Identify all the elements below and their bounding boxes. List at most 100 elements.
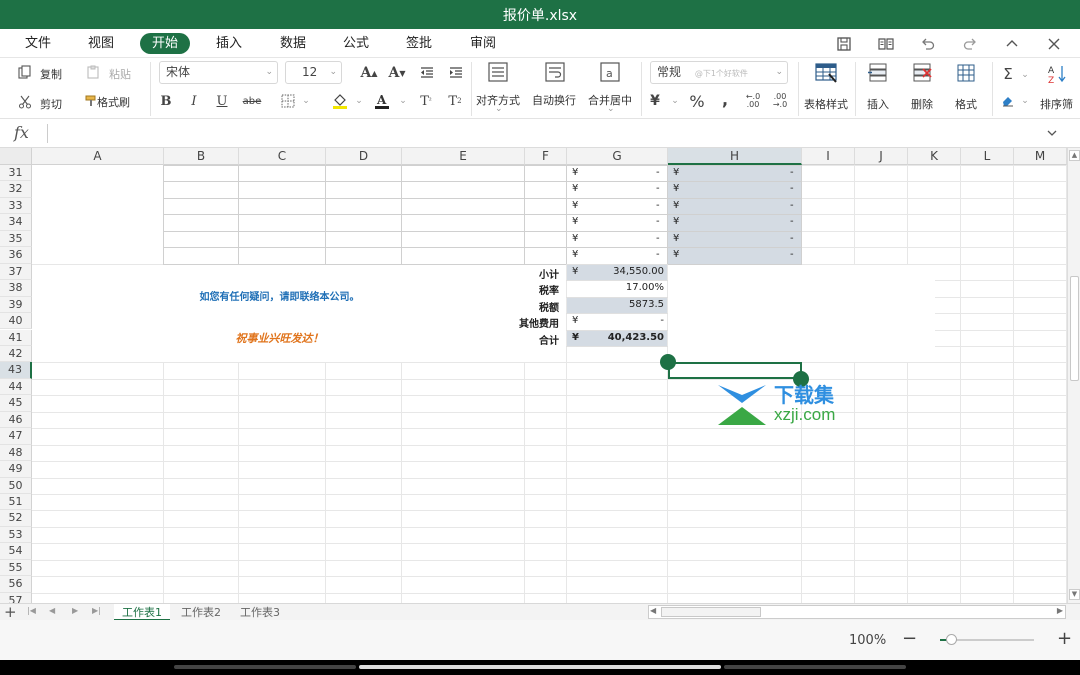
menu-formula[interactable]: 公式 xyxy=(343,33,369,54)
strikethrough-icon[interactable]: abe xyxy=(242,92,262,110)
column-header-l[interactable]: L xyxy=(961,148,1014,165)
row-header[interactable]: 42 xyxy=(0,345,32,363)
insert-cells-icon[interactable] xyxy=(866,61,890,85)
delete-cells-button[interactable]: 删除 xyxy=(911,96,933,112)
menu-data[interactable]: 数据 xyxy=(280,33,306,54)
add-sheet-icon[interactable]: + xyxy=(4,603,17,621)
zoom-slider-knob[interactable] xyxy=(945,634,957,645)
tab-sheet1[interactable]: 工作表1 xyxy=(114,604,170,621)
align-icon[interactable] xyxy=(486,60,510,84)
row-header[interactable]: 53 xyxy=(0,526,32,544)
prev-sheet-icon[interactable]: ◀ xyxy=(49,606,55,615)
menu-review[interactable]: 审阅 xyxy=(470,33,496,54)
last-sheet-icon[interactable]: ▶| xyxy=(92,606,101,615)
bold-icon[interactable]: B xyxy=(158,92,174,110)
chevron-down-icon[interactable]: ⌄ xyxy=(1020,96,1030,106)
column-header-b[interactable]: B xyxy=(164,148,239,165)
decrease-indent-icon[interactable] xyxy=(417,63,437,83)
row-header[interactable]: 38 xyxy=(0,280,32,297)
row-header[interactable]: 32 xyxy=(0,181,32,198)
row-header[interactable]: 45 xyxy=(0,395,32,412)
zoom-in-icon[interactable]: + xyxy=(1057,628,1072,649)
fill-color-icon[interactable] xyxy=(330,91,350,111)
collapse-ribbon-icon[interactable] xyxy=(1002,34,1022,54)
cut-button[interactable]: 剪切 xyxy=(40,96,62,112)
zoom-slider[interactable] xyxy=(940,634,1034,645)
row-header[interactable]: 47 xyxy=(0,428,32,445)
row-header[interactable]: 55 xyxy=(0,559,32,577)
row-header[interactable]: 54 xyxy=(0,543,32,560)
first-sheet-icon[interactable]: |◀ xyxy=(27,606,36,615)
row-header[interactable]: 37 xyxy=(0,263,32,281)
format-cells-button[interactable]: 格式 xyxy=(955,96,977,112)
reading-mode-icon[interactable] xyxy=(876,34,896,54)
menu-file[interactable]: 文件 xyxy=(25,33,51,54)
delete-cells-icon[interactable] xyxy=(910,61,934,85)
table-style-button[interactable]: 表格样式 xyxy=(804,96,848,112)
chevron-down-icon[interactable]: ⌄ xyxy=(1020,70,1030,80)
format-painter-button[interactable]: 格式刷 xyxy=(97,94,130,110)
decrease-font-icon[interactable]: A ▼ xyxy=(386,63,408,83)
increase-font-icon[interactable]: A ▲ xyxy=(358,63,380,83)
row-header[interactable]: 31 xyxy=(0,165,32,182)
tab-sheet2[interactable]: 工作表2 xyxy=(173,604,229,621)
merge-center-icon[interactable]: a xyxy=(598,60,622,84)
column-header-d[interactable]: D xyxy=(326,148,402,165)
nav-handle-center[interactable] xyxy=(359,665,721,669)
sort-filter-icon[interactable]: AZ xyxy=(1046,63,1072,85)
scroll-up-icon[interactable]: ▲ xyxy=(1069,150,1080,161)
chevron-down-icon[interactable] xyxy=(1046,124,1060,142)
active-cell-selection[interactable] xyxy=(668,362,802,379)
row-header[interactable]: 43 xyxy=(0,362,32,379)
column-header-c[interactable]: C xyxy=(239,148,326,165)
subscript-icon[interactable]: T2 xyxy=(446,92,464,110)
font-size-select[interactable]: 12 ⌄ xyxy=(285,61,342,84)
row-header[interactable]: 36 xyxy=(0,247,32,264)
redo-icon[interactable] xyxy=(960,34,980,54)
column-header-m[interactable]: M xyxy=(1014,148,1067,165)
chevron-down-icon[interactable]: ⌄ xyxy=(354,96,364,106)
row-header[interactable]: 48 xyxy=(0,444,32,462)
select-all-corner[interactable] xyxy=(0,148,32,165)
border-icon[interactable] xyxy=(279,92,297,110)
column-header-j[interactable]: J xyxy=(855,148,908,165)
font-color-icon[interactable]: A xyxy=(372,91,392,111)
font-name-select[interactable]: 宋体 ⌄ xyxy=(159,61,278,84)
menu-view[interactable]: 视图 xyxy=(88,33,114,54)
italic-icon[interactable]: I xyxy=(186,92,202,110)
paste-button[interactable]: 粘贴 xyxy=(109,66,131,82)
row-header[interactable]: 50 xyxy=(0,477,32,494)
row-header[interactable]: 35 xyxy=(0,230,32,248)
save-icon[interactable] xyxy=(834,34,854,54)
scroll-down-icon[interactable]: ▼ xyxy=(1069,589,1080,600)
hscrollbar-thumb[interactable] xyxy=(661,607,761,617)
column-header-k[interactable]: K xyxy=(908,148,961,165)
zoom-out-icon[interactable]: − xyxy=(902,628,917,649)
row-header[interactable]: 46 xyxy=(0,411,32,429)
insert-cells-button[interactable]: 插入 xyxy=(867,96,889,112)
chevron-down-icon[interactable]: ⌄ xyxy=(398,96,408,106)
comma-icon[interactable]: , xyxy=(717,90,733,109)
row-header[interactable]: 49 xyxy=(0,461,32,478)
format-cells-icon[interactable] xyxy=(954,61,978,85)
column-header-e[interactable]: E xyxy=(402,148,525,165)
percent-icon[interactable]: % xyxy=(686,92,708,111)
menu-sign[interactable]: 签批 xyxy=(406,33,432,54)
formula-input[interactable] xyxy=(54,123,1034,143)
row-header[interactable]: 57 xyxy=(0,592,32,603)
scrollbar-thumb[interactable] xyxy=(1070,276,1079,381)
table-style-icon[interactable] xyxy=(813,61,839,85)
tab-sheet3[interactable]: 工作表3 xyxy=(232,604,288,621)
menu-home[interactable]: 开始 xyxy=(140,33,191,54)
close-icon[interactable] xyxy=(1044,34,1064,54)
chevron-down-icon[interactable]: ⌄ xyxy=(301,96,311,106)
column-header-g[interactable]: G xyxy=(567,148,668,165)
row-header[interactable]: 51 xyxy=(0,494,32,511)
row-header[interactable]: 52 xyxy=(0,510,32,527)
currency-icon[interactable]: ¥ xyxy=(645,92,665,110)
scroll-right-icon[interactable]: ▶ xyxy=(1057,606,1063,615)
next-sheet-icon[interactable]: ▶ xyxy=(72,606,78,615)
copy-button[interactable]: 复制 xyxy=(40,66,62,82)
undo-icon[interactable] xyxy=(918,34,938,54)
column-header-f[interactable]: F xyxy=(525,148,567,165)
